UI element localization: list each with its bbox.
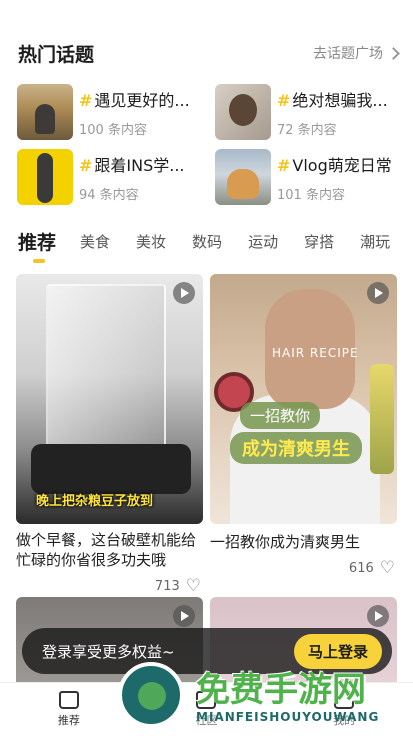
watermark-subtitle: MIANFEISHOUYOUWANG: [196, 710, 380, 724]
like-count: 616: [348, 561, 374, 576]
watermark-logo-icon: [118, 662, 184, 728]
topic-name: 遇见更好的...: [94, 90, 190, 110]
heart-icon[interactable]: ♡: [380, 560, 395, 577]
heart-icon[interactable]: ♡: [186, 578, 201, 595]
hashtag-icon: #: [277, 155, 291, 175]
card-image: HAIR RECIPE 一招教你 成为清爽男生: [210, 274, 397, 524]
topic-count: 94 条内容: [79, 187, 139, 203]
like-count: 713: [154, 579, 180, 594]
watermark-title: 免费手游网: [196, 670, 366, 710]
blender-jar: [46, 284, 166, 454]
topic-square-label: 去话题广场: [313, 46, 383, 62]
nav-item-recommend[interactable]: 推荐: [29, 691, 109, 728]
like-row: 713 ♡: [16, 578, 203, 595]
hashtag-icon: #: [79, 155, 93, 175]
hashtag-icon: #: [277, 90, 291, 110]
topic-item[interactable]: # 跟着INS学... 94 条内容: [17, 148, 207, 206]
card-title: 做个早餐，这台破壁机能给忙碌的你省很多功夫哦: [16, 531, 197, 569]
tab-food[interactable]: 美食: [80, 231, 110, 252]
topic-count: 100 条内容: [79, 122, 147, 138]
product-bottle: [370, 364, 394, 474]
play-icon: [367, 282, 389, 304]
feed-card[interactable]: HAIR RECIPE 一招教你 成为清爽男生 一招教你成为清爽男生 616 ♡: [210, 274, 397, 577]
topic-count: 72 条内容: [277, 122, 337, 138]
tab-trendy-toys[interactable]: 潮玩: [360, 231, 390, 252]
feed-card[interactable]: 晚上把杂粮豆子放到 做个早餐，这台破壁机能给忙碌的你省很多功夫哦 713 ♡: [16, 274, 203, 595]
tab-digital[interactable]: 数码: [192, 231, 222, 252]
tab-beauty[interactable]: 美妆: [136, 231, 166, 252]
topic-name: 绝对想骗我...: [292, 90, 388, 110]
overlay-line2: 成为清爽男生: [230, 432, 362, 464]
topic-thumbnail: [215, 84, 271, 140]
topics-header: 热门话题 去话题广场: [18, 38, 400, 68]
topic-item[interactable]: # 遇见更好的... 100 条内容: [17, 83, 207, 141]
nav-label: 推荐: [57, 714, 80, 727]
topic-thumbnail: [215, 149, 271, 205]
card-title: 一招教你成为清爽男生: [210, 533, 361, 551]
overlay-line1: 一招教你: [240, 402, 321, 429]
play-icon: [173, 282, 195, 304]
login-prompt: 登录享受更多权益~: [42, 642, 175, 661]
topic-thumbnail: [17, 149, 73, 205]
active-tab-indicator: [33, 259, 45, 263]
play-icon: [367, 605, 389, 627]
topic-item[interactable]: # Vlog萌宠日常 101 条内容: [215, 148, 405, 206]
tab-sports[interactable]: 运动: [248, 231, 278, 252]
topic-count: 101 条内容: [277, 187, 345, 203]
hashtag-icon: #: [79, 90, 93, 110]
topic-square-link[interactable]: 去话题广场: [313, 43, 400, 63]
video-caption: 晚上把杂粮豆子放到: [36, 494, 154, 509]
overlay-title: HAIR RECIPE: [272, 346, 359, 360]
card-image: 晚上把杂粮豆子放到: [16, 274, 203, 524]
topics-title: 热门话题: [18, 43, 95, 66]
topic-item[interactable]: # 绝对想骗我... 72 条内容: [215, 83, 405, 141]
category-tabs: 推荐 美食 美妆 数码 运动 穿搭 潮玩: [18, 226, 398, 256]
chevron-right-icon: [387, 46, 400, 60]
blender-base: [31, 444, 191, 494]
topic-name: Vlog萌宠日常: [292, 155, 392, 175]
play-icon: [173, 605, 195, 627]
home-icon: [58, 691, 79, 709]
tab-recommend[interactable]: 推荐: [18, 228, 56, 255]
topic-thumbnail: [17, 84, 73, 140]
topic-name: 跟着INS学...: [94, 155, 185, 175]
like-row: 616 ♡: [210, 560, 397, 577]
tab-outfit[interactable]: 穿搭: [304, 231, 334, 252]
